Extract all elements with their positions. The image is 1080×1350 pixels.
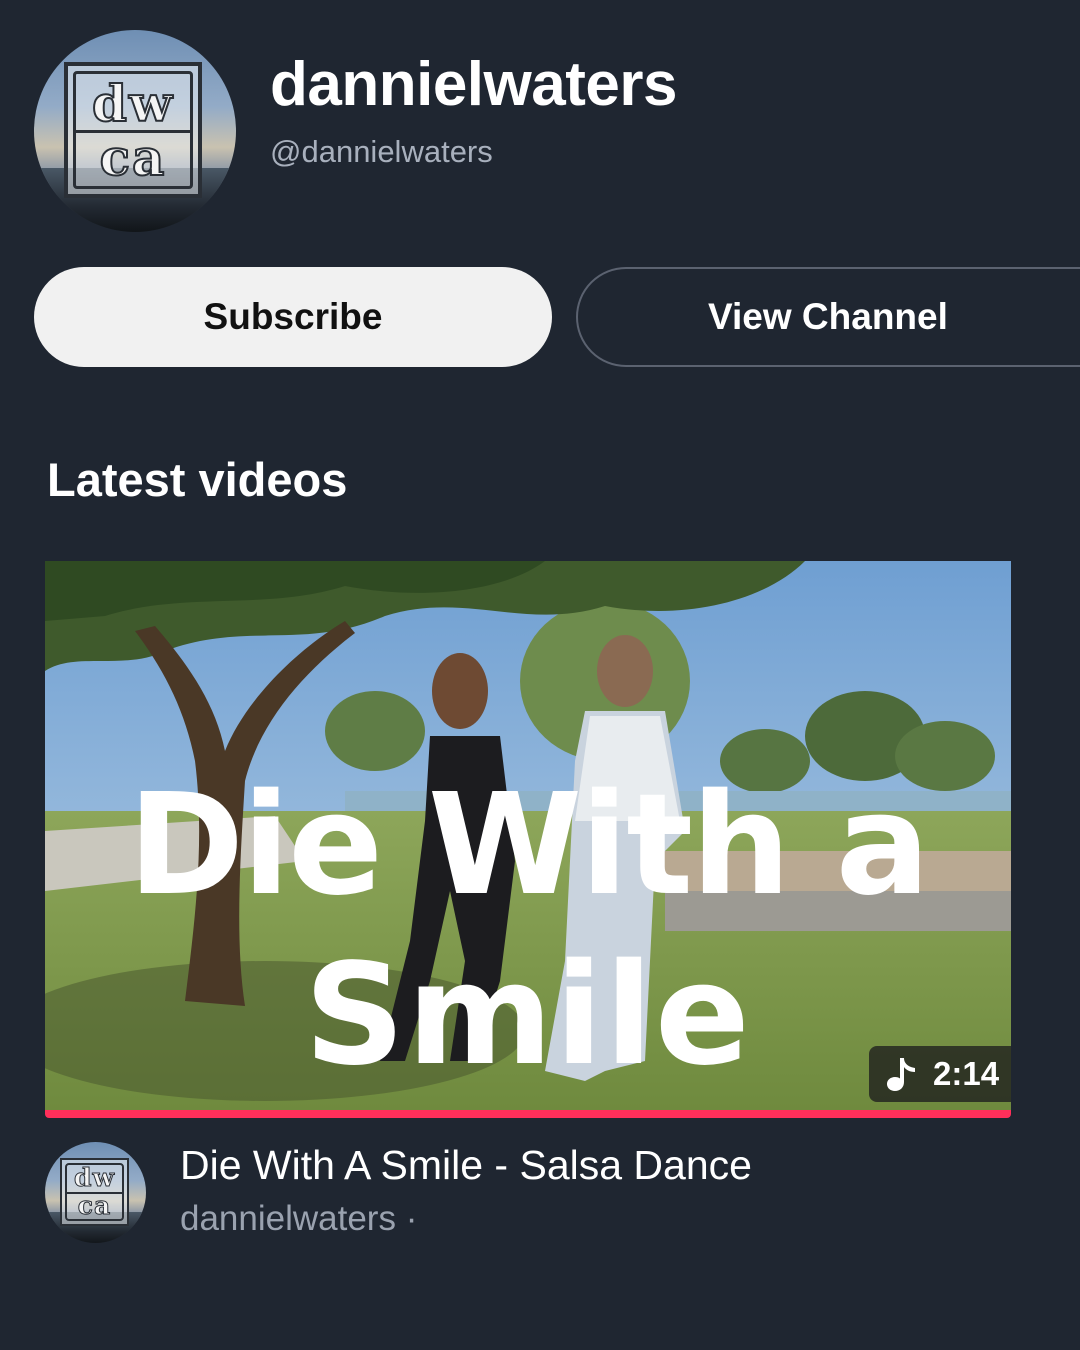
video-channel-avatar[interactable]: dw ca — [45, 1142, 146, 1243]
thumbnail-title-line1: Die With a — [127, 764, 930, 927]
video-channel-logo: dw ca — [60, 1158, 129, 1226]
watch-progress-bar — [45, 1110, 1011, 1118]
section-title: Latest videos — [47, 453, 348, 506]
channel-card-page: dw ca dannielwaters @dannielwaters Subsc… — [0, 0, 1080, 1350]
channel-logo-line2: ca — [99, 128, 167, 187]
channel-logo: dw ca — [64, 62, 202, 198]
channel-name[interactable]: dannielwaters — [270, 50, 677, 120]
thumbnail-title-line2: Smile — [304, 934, 752, 1097]
video-meta: dannielwaters · — [180, 1199, 418, 1238]
video-channel-logo-line2: ca — [77, 1191, 112, 1220]
channel-avatar[interactable]: dw ca — [34, 30, 236, 232]
view-channel-button[interactable]: View Channel — [576, 267, 1080, 367]
video-channel-logo-line1: dw — [73, 1163, 115, 1192]
video-thumbnail[interactable]: Die With a Smile 2:14 — [45, 561, 1011, 1111]
subscribe-button[interactable]: Subscribe — [34, 267, 552, 367]
duration-text: 2:14 — [933, 1055, 1000, 1092]
duration-badge: 2:14 — [869, 1046, 1011, 1102]
channel-handle: @dannielwaters — [270, 134, 493, 169]
music-note-icon — [887, 1058, 915, 1091]
video-title[interactable]: Die With A Smile - Salsa Dance — [180, 1140, 752, 1190]
channel-logo-line1: dw — [91, 74, 174, 133]
